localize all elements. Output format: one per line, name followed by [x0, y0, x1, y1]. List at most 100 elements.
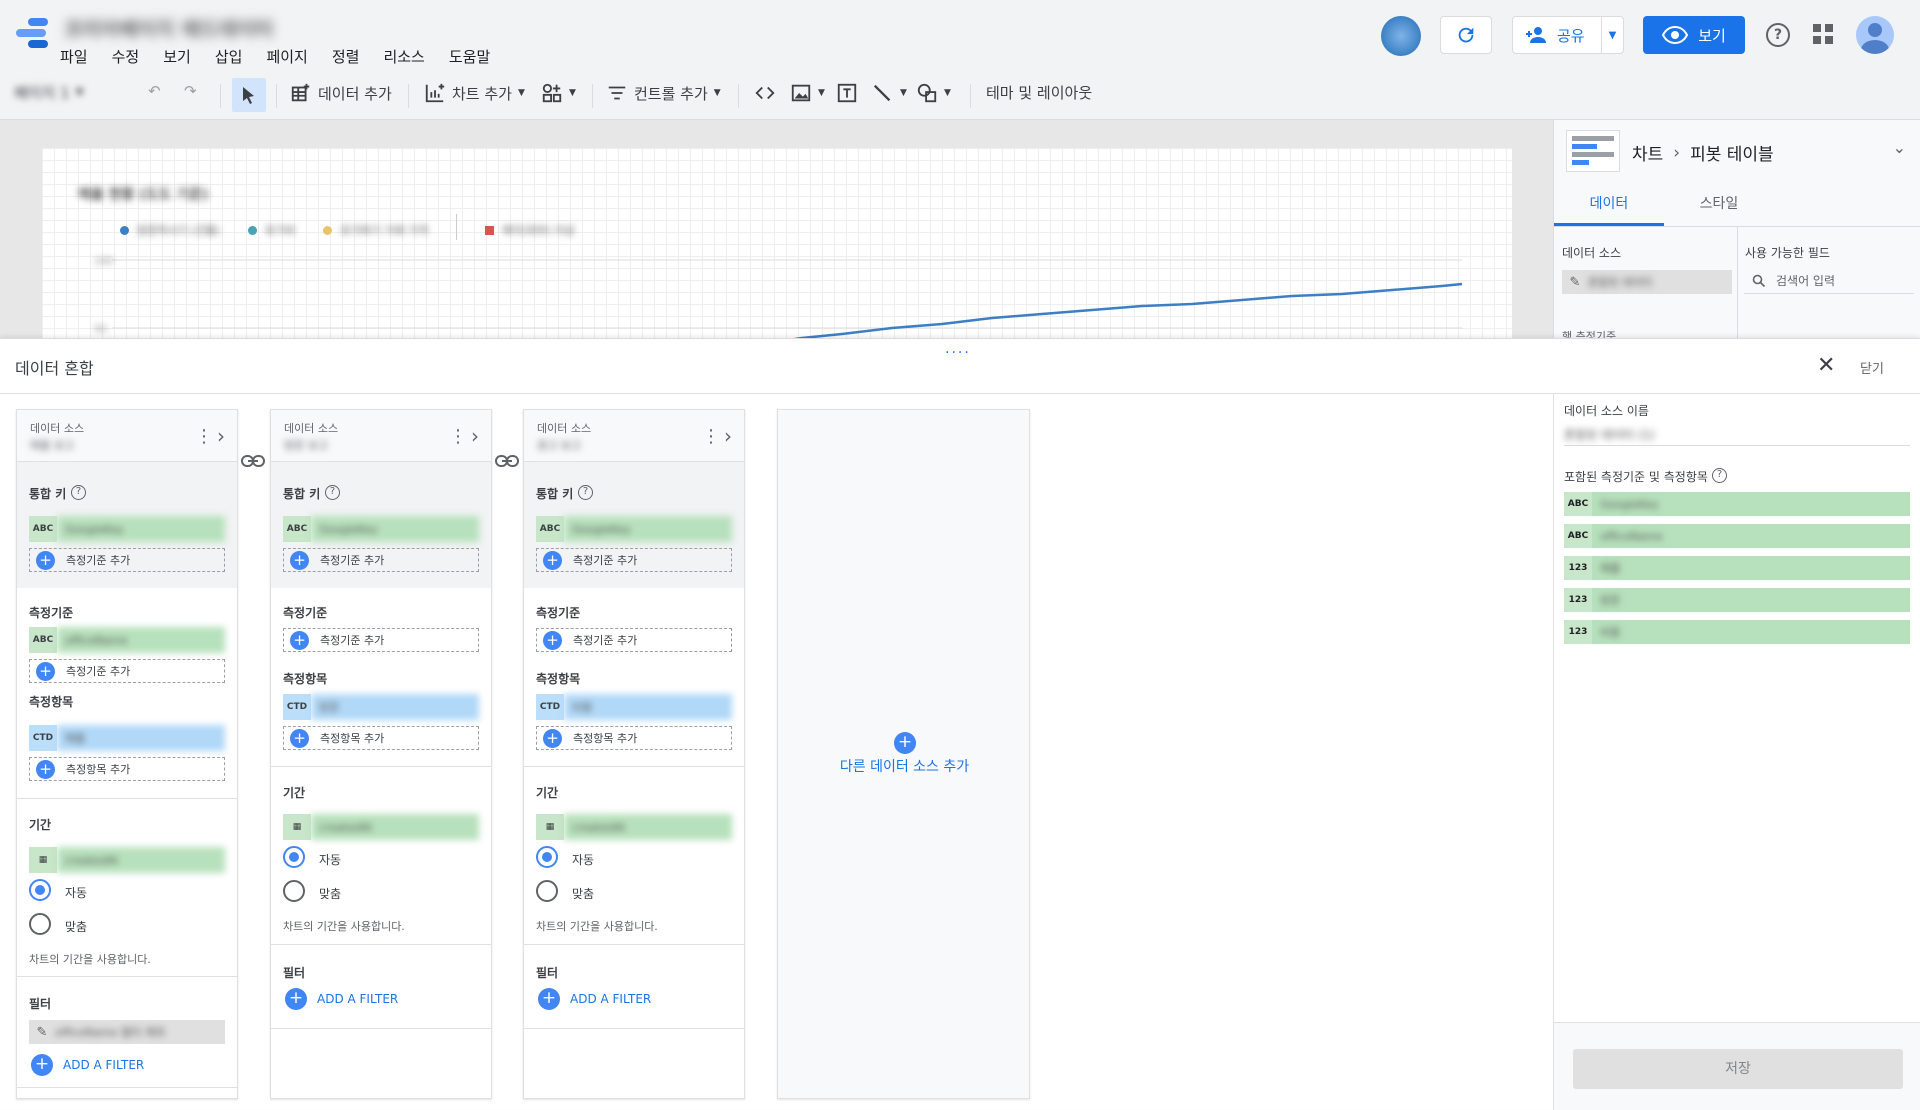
help-icon[interactable]: ? [578, 485, 593, 500]
pencil-icon[interactable]: ✎ [1562, 275, 1588, 290]
drag-handle[interactable]: ···· [945, 345, 971, 361]
close-icon[interactable]: ✕ [1817, 353, 1835, 378]
add-dimension-button[interactable]: + 측정기준 추가 [283, 628, 479, 652]
share-button[interactable]: 공유 ▼ [1512, 16, 1624, 54]
add-filter-button[interactable]: + ADD A FILTER [31, 1054, 144, 1076]
blend-settings-pane: 데이터 소스 이름 혼합된 데이터 (1) 포함된 측정기준 및 측정항목 ? … [1553, 394, 1920, 1110]
menu-arrange[interactable]: 정렬 [332, 46, 360, 67]
undo-button[interactable]: ↶ [148, 82, 161, 100]
add-dimension-button[interactable]: + 측정기준 추가 [29, 659, 225, 683]
period-auto-radio[interactable] [536, 846, 558, 868]
community-viz-button[interactable]: ▼ [541, 82, 576, 104]
help-icon[interactable]: ? [1766, 23, 1790, 47]
top-bar: 코리아베이지 애드데이터 파일 수정 보기 삽입 페이지 정렬 리소스 도움말 … [0, 0, 1920, 70]
source-name[interactable]: 매출 보고 [30, 437, 74, 453]
text-box-button[interactable] [836, 82, 858, 104]
tab-data[interactable]: 데이터 [1554, 184, 1664, 226]
date-range-chip[interactable]: ▦ createdAt [283, 814, 479, 840]
menu-edit[interactable]: 수정 [112, 46, 140, 67]
help-icon[interactable]: ? [71, 485, 86, 500]
page-selector[interactable]: 페이지 1 ▼ [14, 82, 83, 103]
join-key-chip[interactable]: ABC GoogleKey [536, 516, 732, 542]
eye-icon [1662, 26, 1689, 44]
image-button[interactable]: ▼ [790, 82, 825, 104]
add-dimension-key-button[interactable]: + 측정기준 추가 [29, 548, 225, 572]
add-metric-button[interactable]: + 측정항목 추가 [536, 726, 732, 750]
available-fields-label: 사용 가능한 필드 [1745, 246, 1830, 260]
add-control-button[interactable]: 컨트롤 추가 ▼ [606, 82, 721, 104]
metric-chip[interactable]: CTD 방문 [283, 694, 479, 720]
shape-button[interactable]: ▼ [916, 82, 951, 104]
menu-help[interactable]: 도움말 [449, 46, 490, 67]
included-field-chip: ABC officeName [1564, 524, 1910, 548]
dimension-chip[interactable]: ABC officeName [29, 627, 225, 653]
toolbar: 페이지 1 ▼ ↶ ↷ 데이터 추가 차트 추가 ▼ ▼ 컨트롤 추가 ▼ ▼ ▼ ▼ [0, 70, 1920, 120]
account-avatar[interactable] [1856, 16, 1894, 54]
collapse-chevron-icon[interactable]: ⌄ [1893, 138, 1906, 157]
source-name[interactable]: 방문 보고 [284, 437, 328, 453]
join-key-chip[interactable]: ABC GoogleKey [29, 516, 225, 542]
menu-resource[interactable]: 리소스 [383, 46, 424, 67]
metric-chip[interactable]: CTD 비용 [536, 694, 732, 720]
view-label: 보기 [1698, 26, 1726, 45]
view-button[interactable]: 보기 [1643, 16, 1745, 54]
save-button[interactable]: 저장 [1573, 1049, 1903, 1089]
more-vert-icon[interactable]: ⋮ [702, 428, 720, 446]
close-button[interactable]: 닫기 [1860, 358, 1884, 377]
data-source-field[interactable]: ✎ 혼합된 데이터 [1562, 270, 1732, 294]
report-page: 매출 현황 (도도 기준) 방문하시기 (건물) 유기비 유가파기 거래 가격 … [42, 148, 1512, 348]
menu-insert[interactable]: 삽입 [215, 46, 243, 67]
add-chart-button[interactable]: 차트 추가 ▼ [424, 82, 525, 104]
help-icon[interactable]: ? [325, 485, 340, 500]
add-filter-button[interactable]: + ADD A FILTER [538, 988, 651, 1010]
shapes-icon [917, 83, 937, 103]
source-name-label: 데이터 소스 이름 [1564, 404, 1649, 418]
add-dimension-key-button[interactable]: + 측정기준 추가 [283, 548, 479, 572]
menu-page[interactable]: 페이지 [266, 46, 307, 67]
embed-code-button[interactable] [754, 82, 776, 104]
data-studio-logo[interactable] [14, 14, 50, 52]
collaborator-avatar[interactable] [1381, 16, 1421, 56]
redo-button[interactable]: ↷ [184, 82, 197, 100]
source-name-input[interactable]: 혼합된 데이터 (1) [1564, 420, 1910, 446]
field-search-input[interactable]: 검색어 입력 [1744, 268, 1914, 294]
cursor-icon [243, 87, 254, 104]
date-range-chip[interactable]: ▦ createdAt [29, 847, 225, 873]
theme-layout-button[interactable]: 테마 및 레이아웃 [986, 82, 1092, 103]
add-person-icon [1526, 27, 1546, 43]
menu-file[interactable]: 파일 [60, 46, 88, 67]
tab-style[interactable]: 스타일 [1664, 184, 1774, 226]
period-custom-radio[interactable] [536, 880, 558, 902]
share-dropdown-icon[interactable]: ▼ [1601, 17, 1623, 53]
period-auto-radio[interactable] [283, 846, 305, 868]
add-metric-button[interactable]: + 측정항목 추가 [283, 726, 479, 750]
metric-chip[interactable]: CTD 매출 [29, 725, 225, 751]
refresh-button[interactable] [1440, 16, 1492, 54]
add-dimension-button[interactable]: + 측정기준 추가 [536, 628, 732, 652]
join-key-chip[interactable]: ABC GoogleKey [283, 516, 479, 542]
more-vert-icon[interactable]: ⋮ [195, 428, 213, 446]
chevron-right-icon[interactable]: › [217, 424, 225, 448]
report-title[interactable]: 코리아베이지 애드데이터 [64, 13, 273, 42]
menu-view[interactable]: 보기 [163, 46, 191, 67]
period-custom-radio[interactable] [283, 880, 305, 902]
help-icon[interactable]: ? [1712, 468, 1727, 483]
date-range-chip[interactable]: ▦ createdAt [536, 814, 732, 840]
source-name[interactable]: 광고 보고 [537, 437, 581, 453]
period-custom-radio[interactable] [29, 913, 51, 935]
period-auto-radio[interactable] [29, 879, 51, 901]
select-tool-button[interactable] [232, 78, 266, 112]
chart-type-thumbnail[interactable] [1566, 130, 1620, 172]
add-data-source-card[interactable]: + 다른 데이터 소스 추가 [777, 409, 1030, 1099]
more-vert-icon[interactable]: ⋮ [449, 428, 467, 446]
add-data-button[interactable]: 데이터 추가 [290, 82, 392, 104]
apps-grid-icon[interactable] [1813, 24, 1833, 44]
add-dimension-key-button[interactable]: + 측정기준 추가 [536, 548, 732, 572]
pencil-icon[interactable]: ✎ [29, 1025, 55, 1040]
add-metric-button[interactable]: + 측정항목 추가 [29, 757, 225, 781]
chevron-right-icon[interactable]: › [471, 424, 479, 448]
add-filter-button[interactable]: + ADD A FILTER [285, 988, 398, 1010]
line-button[interactable]: ▼ [872, 82, 907, 104]
filter-chip[interactable]: ✎ officeName 필터 제외 [29, 1020, 225, 1044]
chevron-right-icon[interactable]: › [724, 424, 732, 448]
